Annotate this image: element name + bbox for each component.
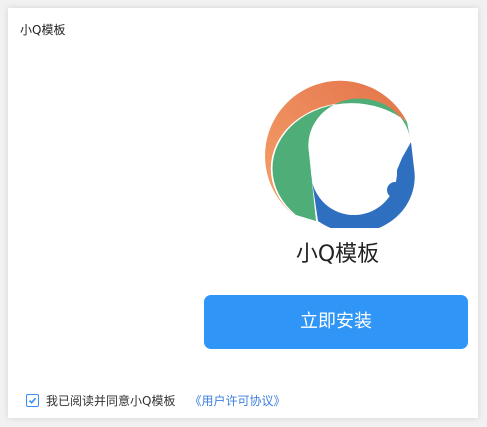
window-title: 小Q模板 <box>20 23 66 37</box>
agreement-text: 我已阅读并同意小Q模板 <box>46 394 176 408</box>
agreement-row: 我已阅读并同意小Q模板 《用户许可协议》 <box>26 392 285 409</box>
license-agreement-link[interactable]: 《用户许可协议》 <box>189 392 285 409</box>
agree-checkbox[interactable] <box>26 394 39 407</box>
product-name: 小Q模板 <box>295 242 380 267</box>
check-icon <box>28 397 37 404</box>
app-logo-icon <box>265 80 415 228</box>
install-button[interactable]: 立即安装 <box>204 295 468 349</box>
installer-window: 小Q模板 小Q模板 立即安装 我已阅读并同意小Q模板 《用户许可协议》 <box>8 8 478 418</box>
